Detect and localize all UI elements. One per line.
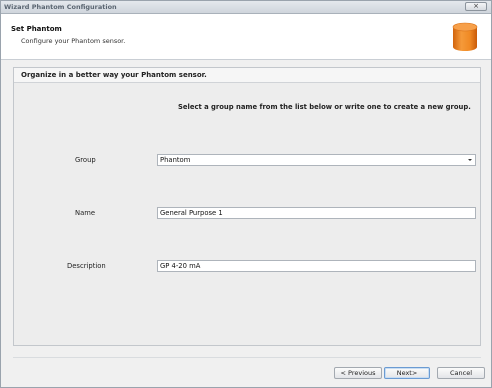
panel-header: Organize in a better way your Phantom se…: [14, 68, 480, 83]
close-icon: ×: [473, 2, 479, 10]
description-label: Description: [67, 262, 106, 270]
orange-cylinder-icon: [452, 22, 478, 51]
panel-title: Organize in a better way your Phantom se…: [21, 71, 207, 79]
window-title: Wizard Phantom Configuration: [4, 3, 117, 11]
step-subtitle: Configure your Phantom sensor.: [21, 37, 126, 45]
footer-divider: [13, 357, 481, 358]
next-button[interactable]: Next>: [384, 367, 430, 379]
previous-button[interactable]: < Previous: [334, 367, 382, 379]
wizard-window: Wizard Phantom Configuration × Set Phant…: [0, 0, 492, 388]
instruction-text: Select a group name from the list below …: [178, 103, 471, 111]
group-label: Group: [75, 156, 96, 164]
settings-panel: Organize in a better way your Phantom se…: [13, 67, 481, 346]
step-title: Set Phantom: [11, 25, 62, 33]
close-button[interactable]: ×: [465, 2, 487, 11]
description-field[interactable]: GP 4-20 mA: [157, 260, 476, 272]
group-dropdown[interactable]: Phantom: [157, 154, 476, 166]
cancel-button[interactable]: Cancel: [437, 367, 485, 379]
chevron-down-icon[interactable]: [468, 159, 472, 161]
group-value: Phantom: [160, 156, 191, 164]
name-field[interactable]: General Purpose 1: [157, 207, 476, 219]
name-label: Name: [75, 209, 96, 217]
wizard-header: Set Phantom Configure your Phantom senso…: [1, 14, 491, 60]
title-bar: Wizard Phantom Configuration ×: [1, 1, 491, 14]
